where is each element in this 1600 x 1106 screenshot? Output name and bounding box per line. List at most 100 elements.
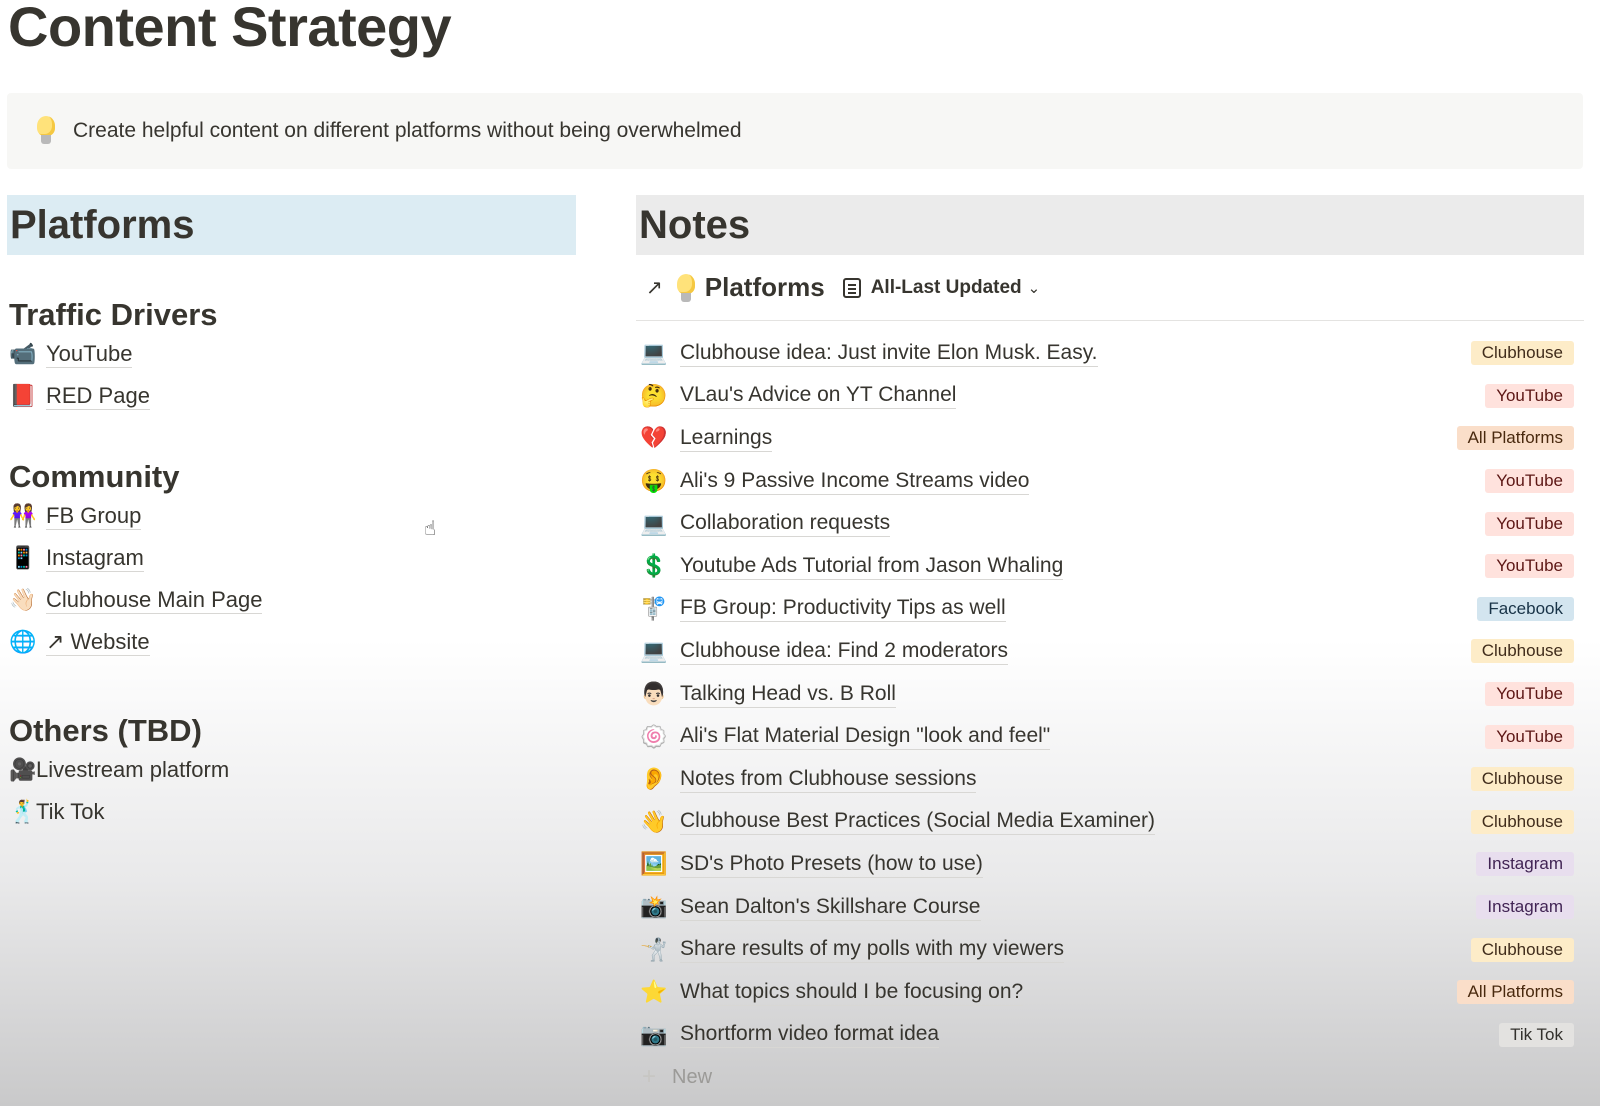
table-row[interactable]: 🍥 Ali's Flat Material Design "look and f… — [636, 715, 1584, 758]
row-title[interactable]: Clubhouse idea: Find 2 moderators — [680, 638, 1008, 665]
view-selector[interactable]: All-Last Updated — [871, 277, 1022, 299]
table-row[interactable]: 💻 Clubhouse idea: Find 2 moderators Club… — [636, 630, 1584, 673]
page-link-red-page[interactable]: 📕 RED Page — [10, 375, 576, 417]
platforms-heading: Platforms — [7, 195, 576, 255]
group-title-community: Community — [9, 459, 576, 495]
ear-icon: 👂 — [640, 765, 668, 793]
row-title[interactable]: Clubhouse Best Practices (Social Media E… — [680, 808, 1155, 835]
table-row[interactable]: ⭐ What topics should I be focusing on? A… — [636, 971, 1584, 1014]
row-title[interactable]: FB Group: Productivity Tips as well — [680, 595, 1006, 622]
page-link-website[interactable]: 🌐 ↗ Website — [10, 621, 576, 663]
fish-cake-icon: 🍥 — [640, 723, 668, 751]
people-icon: 👭 — [10, 503, 36, 529]
open-link-arrow-icon[interactable]: ↗ — [646, 275, 663, 300]
movie-camera-icon: 🎥 — [10, 757, 36, 783]
broken-heart-icon: 💔 — [640, 424, 668, 452]
row-title[interactable]: Ali's Flat Material Design "look and fee… — [680, 723, 1050, 750]
table-row[interactable]: 🤔 VLau's Advice on YT Channel YouTube — [636, 375, 1584, 418]
page-title: Content Strategy — [8, 0, 451, 59]
phone-icon: 📱 — [10, 545, 36, 571]
linked-database-header: ↗ Platforms All-Last Updated ⌄ — [636, 255, 1584, 321]
platform-tag: Instagram — [1476, 895, 1574, 919]
group-title-others: Others (TBD) — [9, 713, 576, 749]
table-row[interactable]: 👨🏻 Talking Head vs. B Roll YouTube — [636, 673, 1584, 716]
notes-heading: Notes — [636, 195, 1584, 255]
platforms-column: Platforms Traffic Drivers 📹 YouTube 📕 RE… — [7, 195, 576, 833]
platform-tag: YouTube — [1485, 554, 1574, 578]
platform-tag: YouTube — [1485, 725, 1574, 749]
page-link-label: ↗ Website — [46, 629, 150, 656]
page-link-label: Instagram — [46, 545, 144, 572]
platform-tag: All Platforms — [1457, 426, 1574, 450]
framed-picture-icon: 🖼️ — [640, 850, 668, 878]
page-link-label: RED Page — [46, 383, 150, 410]
platform-tag: YouTube — [1485, 469, 1574, 493]
table-row[interactable]: 🚏 FB Group: Productivity Tips as well Fa… — [636, 588, 1584, 631]
page-link-label: FB Group — [46, 503, 141, 530]
table-row[interactable]: 💔 Learnings All Platforms — [636, 417, 1584, 460]
row-title[interactable]: Sean Dalton's Skillshare Course — [680, 894, 981, 921]
notes-column: Notes ↗ Platforms All-Last Updated ⌄ 💻 C… — [636, 195, 1584, 1098]
new-row-label: New — [672, 1066, 712, 1089]
row-title[interactable]: What topics should I be focusing on? — [680, 979, 1023, 1006]
laptop-icon: 💻 — [640, 339, 668, 367]
platform-tag: Instagram — [1476, 852, 1574, 876]
platform-tag: Tik Tok — [1499, 1023, 1574, 1047]
text-item-livestream-platform: 🎥 Livestream platform — [10, 749, 576, 791]
dancer-icon: 🕺 — [10, 799, 36, 825]
table-row[interactable]: 💻 Clubhouse idea: Just invite Elon Musk.… — [636, 332, 1584, 375]
platform-tag: Clubhouse — [1471, 639, 1574, 663]
table-row[interactable]: 🤑 Ali's 9 Passive Income Streams video Y… — [636, 460, 1584, 503]
table-row[interactable]: 🤺 Share results of my polls with my view… — [636, 928, 1584, 971]
text-item-label: Livestream platform — [36, 757, 229, 783]
chevron-down-icon[interactable]: ⌄ — [1028, 279, 1041, 297]
row-title[interactable]: Shortform video format idea — [680, 1021, 939, 1048]
platform-tag: YouTube — [1485, 682, 1574, 706]
page-link-clubhouse-main-page[interactable]: 👋🏻 Clubhouse Main Page — [10, 579, 576, 621]
table-row[interactable]: 💻 Collaboration requests YouTube — [636, 502, 1584, 545]
pointer-hand-cursor-icon: ☝ — [424, 516, 436, 541]
man-face-icon: 👨🏻 — [640, 680, 668, 708]
laptop-icon: 💻 — [640, 510, 668, 538]
page-link-label: YouTube — [46, 341, 132, 368]
platform-tag: Clubhouse — [1471, 767, 1574, 791]
callout-text: Create helpful content on different plat… — [73, 119, 742, 143]
database-title[interactable]: Platforms — [705, 272, 825, 303]
add-new-row-button[interactable]: + New — [636, 1056, 1584, 1098]
platform-tag: YouTube — [1485, 384, 1574, 408]
platform-tag: Clubhouse — [1471, 341, 1574, 365]
table-row[interactable]: 💲 Youtube Ads Tutorial from Jason Whalin… — [636, 545, 1584, 588]
page-link-youtube[interactable]: 📹 YouTube — [10, 333, 576, 375]
row-title[interactable]: SD's Photo Presets (how to use) — [680, 851, 983, 878]
text-item-tik-tok: 🕺 Tik Tok — [10, 791, 576, 833]
platform-tag: Facebook — [1477, 597, 1574, 621]
video-camera-icon: 📹 — [10, 341, 36, 367]
row-title[interactable]: Youtube Ads Tutorial from Jason Whaling — [680, 553, 1063, 580]
star-icon: ⭐ — [640, 978, 668, 1006]
lightbulb-icon — [675, 272, 697, 304]
row-title[interactable]: Clubhouse idea: Just invite Elon Musk. E… — [680, 340, 1098, 367]
camera-icon: 📷 — [640, 1021, 668, 1049]
page-link-fb-group[interactable]: 👭 FB Group — [10, 495, 576, 537]
page-link-label: Clubhouse Main Page — [46, 587, 262, 614]
table-row[interactable]: 👂 Notes from Clubhouse sessions Clubhous… — [636, 758, 1584, 801]
row-title[interactable]: Collaboration requests — [680, 510, 890, 537]
group-title-traffic-drivers: Traffic Drivers — [9, 297, 576, 333]
waving-hand-icon: 👋 — [640, 808, 668, 836]
platform-tag: Clubhouse — [1471, 938, 1574, 962]
table-row[interactable]: 🖼️ SD's Photo Presets (how to use) Insta… — [636, 843, 1584, 886]
table-row[interactable]: 👋 Clubhouse Best Practices (Social Media… — [636, 801, 1584, 844]
table-row[interactable]: 📷 Shortform video format idea Tik Tok — [636, 1014, 1584, 1057]
platform-tag: Clubhouse — [1471, 810, 1574, 834]
row-title[interactable]: VLau's Advice on YT Channel — [680, 382, 956, 409]
waving-hand-icon: 👋🏻 — [10, 587, 36, 613]
thinking-face-icon: 🤔 — [640, 382, 668, 410]
row-title[interactable]: Talking Head vs. B Roll — [680, 681, 896, 708]
table-row[interactable]: 📸 Sean Dalton's Skillshare Course Instag… — [636, 886, 1584, 929]
row-title[interactable]: Share results of my polls with my viewer… — [680, 936, 1064, 963]
page-link-instagram[interactable]: 📱 Instagram — [10, 537, 576, 579]
row-title[interactable]: Notes from Clubhouse sessions — [680, 766, 976, 793]
dollar-sign-icon: 💲 — [640, 552, 668, 580]
row-title[interactable]: Learnings — [680, 425, 772, 452]
row-title[interactable]: Ali's 9 Passive Income Streams video — [680, 468, 1029, 495]
